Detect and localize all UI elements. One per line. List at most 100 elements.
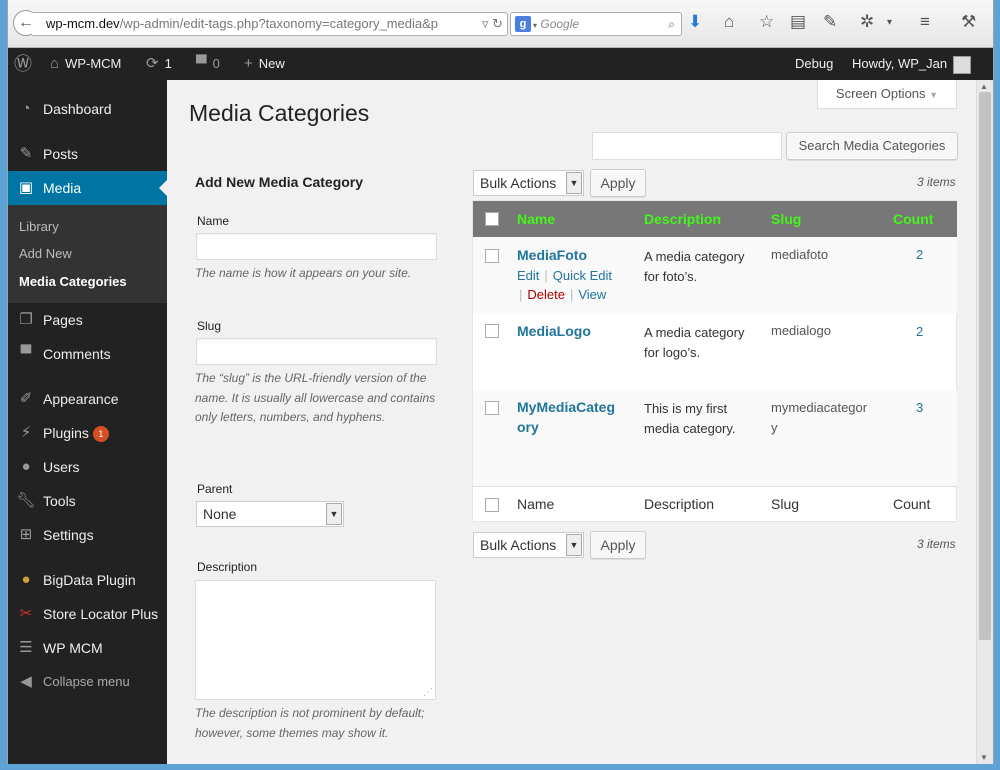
menu-media[interactable]: ▣ Media (8, 171, 167, 205)
chevron-down-icon: ▼ (929, 90, 939, 100)
account-link[interactable]: Howdy, WP_Jan (852, 48, 972, 80)
chevron-down-icon[interactable]: ▾ (533, 21, 537, 30)
category-count-link[interactable]: 3 (916, 400, 923, 415)
footer-count-header[interactable]: Count (893, 487, 930, 523)
address-bar[interactable]: wp-mcm.dev/wp-admin/edit-tags.php?taxono… (32, 12, 508, 36)
menu-comments[interactable]: ▀ Comments (8, 337, 167, 371)
comments-link[interactable]: ▀ 0 (196, 48, 220, 80)
download-icon[interactable]: ⬇ (688, 12, 702, 32)
screen-options-button[interactable]: Screen Options ▼ (817, 80, 957, 109)
menu-tools[interactable]: 🔧︎ Tools (8, 484, 167, 518)
search-input[interactable] (592, 132, 782, 160)
column-count-header[interactable]: Count (893, 201, 933, 237)
bulk-actions-select-top[interactable]: Bulk Actions ▼ (473, 170, 584, 196)
name-field[interactable] (196, 233, 437, 260)
reload-icon[interactable]: ▿ ↻ (477, 13, 503, 35)
apply-button-top[interactable]: Apply (590, 169, 646, 197)
main-content: Screen Options ▼ Media Categories Search… (167, 80, 993, 764)
new-content-link[interactable]: + New (244, 48, 285, 80)
table-row: MyMediaCategory This is my first media c… (473, 390, 957, 486)
menu-users[interactable]: ● Users (8, 450, 167, 484)
home-icon[interactable]: ⌂ (724, 12, 734, 32)
chevron-down-icon[interactable]: ▾ (887, 17, 892, 28)
bulk-actions-select-bottom[interactable]: Bulk Actions ▼ (473, 532, 584, 558)
select-all-checkbox-footer[interactable] (485, 498, 499, 512)
menu-wp-mcm[interactable]: ☰ WP MCM (8, 631, 167, 665)
menu-posts[interactable]: ✎ Posts (8, 137, 167, 171)
category-count-link[interactable]: 2 (916, 324, 923, 339)
category-name-link[interactable]: MediaLogo (517, 321, 627, 341)
category-slug: medialogo (771, 323, 831, 338)
wp-admin-bar: Ⓦ ⌂ WP-MCM ⟳ 1 ▀ 0 + New Debug Howdy, WP_Jan (8, 48, 993, 80)
category-count-link[interactable]: 2 (916, 247, 923, 262)
media-icon: ▣ (18, 179, 34, 196)
footer-slug-header[interactable]: Slug (771, 487, 799, 523)
edit-link[interactable]: Edit (517, 268, 539, 283)
updates-link[interactable]: ⟳ 1 (146, 48, 172, 80)
list-icon: ☰ (19, 639, 33, 656)
menu-plugins[interactable]: ⚡ Plugins 1 (8, 416, 167, 450)
refresh-icon: ⟳ (146, 55, 159, 72)
debug-link[interactable]: Debug (795, 48, 833, 80)
url-domain: wp-mcm.dev (46, 16, 120, 31)
user-icon: ● (21, 458, 31, 475)
media-submenu: Library Add New Media Categories (8, 205, 167, 303)
view-link[interactable]: View (578, 287, 606, 302)
menu-appearance[interactable]: ✐ Appearance (8, 382, 167, 416)
store-locator-icon: ✂ (19, 605, 33, 622)
collapse-menu-button[interactable]: ◀ Collapse menu (8, 665, 167, 699)
delete-link[interactable]: Delete (527, 287, 565, 302)
page-scrollbar[interactable]: ▲ ▼ (976, 80, 993, 764)
category-description: This is my first media category. (644, 401, 736, 436)
search-button[interactable]: Search Media Categories (786, 132, 958, 160)
table-row: MediaFoto Edit | Quick Edit | Delete | View A… (473, 237, 957, 314)
category-description: A media category for logo’s. (644, 325, 745, 360)
menu-icon[interactable]: ≡ (920, 12, 930, 32)
parent-label: Parent (197, 482, 233, 496)
select-all-checkbox[interactable] (485, 212, 499, 226)
brush-icon: ✐ (19, 390, 33, 407)
submenu-library[interactable]: Library (19, 219, 59, 234)
category-name-link[interactable]: MyMediaCategory (517, 397, 621, 437)
description-label: Description (197, 560, 258, 574)
quick-edit-link[interactable]: Quick Edit (553, 268, 612, 283)
wordpress-logo-icon[interactable]: Ⓦ (14, 48, 32, 80)
menu-dashboard[interactable]: ◔ Dashboard (8, 92, 167, 126)
menu-pages[interactable]: ❐ Pages (8, 303, 167, 337)
row-checkbox[interactable] (485, 249, 499, 263)
tools-icon[interactable]: ⚒ (961, 12, 976, 32)
dashboard-icon: ◔ (21, 100, 31, 117)
row-checkbox[interactable] (485, 324, 499, 338)
footer-name-header[interactable]: Name (517, 487, 554, 523)
submenu-media-categories[interactable]: Media Categories (19, 274, 127, 289)
slug-label: Slug (197, 319, 222, 333)
browser-search-input[interactable]: g ▾ Google ⌕ (510, 12, 682, 36)
column-name-header[interactable]: Name (517, 201, 555, 237)
scroll-down-icon[interactable]: ▼ (980, 753, 988, 762)
menu-settings[interactable]: ⊞ Settings (8, 518, 167, 552)
form-title: Add New Media Category (195, 174, 364, 190)
addon-icon[interactable]: ✎ (823, 12, 837, 32)
collapse-icon: ◀ (20, 673, 32, 690)
extension-icon[interactable]: ✲ (860, 12, 874, 32)
category-slug: mymediacategory (771, 400, 868, 435)
search-icon[interactable]: ⌕ (668, 13, 675, 35)
apply-button-bottom[interactable]: Apply (590, 531, 646, 559)
parent-select[interactable]: None ▼ (196, 501, 344, 527)
bookmark-star-icon[interactable]: ☆ (759, 12, 774, 32)
category-name-link[interactable]: MediaFoto (517, 245, 627, 265)
row-checkbox[interactable] (485, 401, 499, 415)
menu-bigdata[interactable]: ● BigData Plugin (8, 563, 167, 597)
site-name-link[interactable]: ⌂ WP-MCM (50, 48, 121, 80)
submenu-add-new[interactable]: Add New (19, 246, 72, 261)
scrollbar-thumb[interactable] (979, 92, 991, 640)
google-icon: g (515, 16, 531, 32)
menu-store-locator[interactable]: ✂ Store Locator Plus (8, 597, 167, 631)
scroll-up-icon[interactable]: ▲ (980, 82, 988, 91)
bookmarks-list-icon[interactable]: ▤ (790, 12, 806, 32)
slug-field[interactable] (196, 338, 437, 365)
column-slug-header[interactable]: Slug (771, 201, 801, 237)
url-path: /wp-admin/edit-tags.php?taxonomy=categor… (119, 16, 439, 31)
resize-handle-icon[interactable]: ⋰ (423, 687, 433, 698)
description-textarea[interactable]: ⋰ (195, 580, 436, 700)
